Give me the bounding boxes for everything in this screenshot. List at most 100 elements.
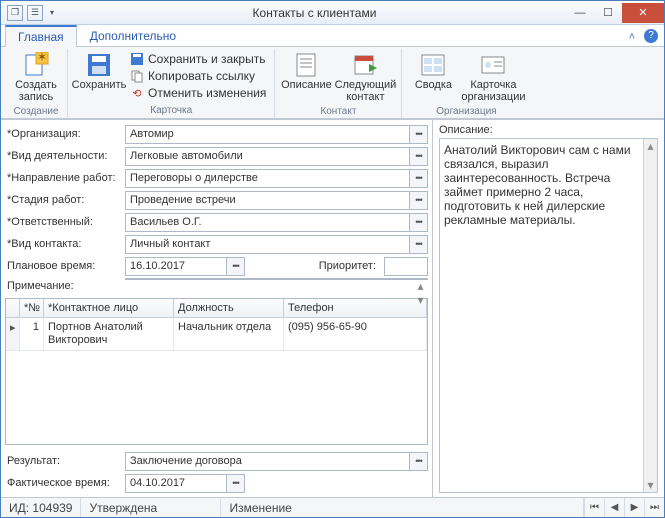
save-label: Сохранить (72, 79, 127, 91)
tab-extra[interactable]: Дополнительно (77, 25, 189, 46)
lookup-icon[interactable]: ••• (409, 236, 427, 253)
qat-icon-2[interactable]: ☰ (27, 5, 43, 21)
row-name: Портнов Анатолий Викторович (44, 318, 174, 350)
window: ❐ ☰ ▾ Контакты с клиентами — ☐ ✕ Главная… (0, 0, 665, 518)
label-org: *Организация: (5, 128, 121, 140)
grid-header-name[interactable]: *Контактное лицо (44, 299, 174, 317)
grid-header: *№ *Контактное лицо Должность Телефон (6, 299, 427, 318)
grid-header-tel[interactable]: Телефон (284, 299, 427, 317)
summary-icon (418, 51, 448, 79)
label-priority: Приоритет: (315, 260, 380, 272)
summary-label: Сводка (415, 79, 452, 91)
window-title: Контакты с клиентами (63, 6, 566, 20)
input-direction[interactable]: Переговоры о дилерстве••• (125, 169, 428, 188)
titlebar: ❐ ☰ ▾ Контакты с клиентами — ☐ ✕ (1, 1, 664, 25)
nav-next-button[interactable]: ▶ (624, 498, 644, 517)
org-card-icon (478, 51, 508, 79)
org-card-button[interactable]: Карточка организации (460, 49, 526, 105)
input-stage[interactable]: Проведение встречи••• (125, 191, 428, 210)
description-icon (291, 51, 321, 79)
lookup-icon[interactable]: ••• (409, 126, 427, 143)
lookup-icon[interactable]: ••• (226, 258, 244, 275)
ribbon: ✶ Создать запись Создание Сохранить (1, 47, 664, 119)
input-result[interactable]: Заключение договора••• (125, 452, 428, 471)
description-button[interactable]: Описание (279, 49, 333, 93)
summary-button[interactable]: Сводка (406, 49, 460, 93)
left-pane: *Организация: Автомир••• *Вид деятельнос… (1, 120, 432, 497)
save-button[interactable]: Сохранить (72, 49, 126, 93)
tab-main[interactable]: Главная (5, 25, 77, 47)
undo-changes-button[interactable]: ⟲ Отменить изменения (126, 85, 270, 101)
ribbon-group-contact: Описание Следующий контакт Контакт (275, 49, 402, 118)
group-label-create: Создание (13, 105, 58, 119)
ribbon-group-card: Сохранить Сохранить и закрыть Копировать… (68, 49, 275, 118)
create-record-button[interactable]: ✶ Создать запись (9, 49, 63, 105)
save-and-close-button[interactable]: Сохранить и закрыть (126, 51, 270, 67)
label-result: Результат: (5, 455, 121, 467)
status-bar: ИД: 104939 Утверждена Изменение ⏮ ◀ ▶ ⏭ (1, 497, 664, 517)
nav-last-button[interactable]: ⏭ (644, 498, 664, 517)
table-row[interactable]: ▸ 1 Портнов Анатолий Викторович Начальни… (6, 318, 427, 351)
create-record-label: Создать запись (15, 79, 57, 103)
input-priority[interactable] (384, 257, 428, 276)
help-icon[interactable]: ? (644, 29, 658, 43)
svg-text:✶: ✶ (37, 52, 47, 64)
input-org[interactable]: Автомир••• (125, 125, 428, 144)
status-state: Утверждена (81, 498, 221, 517)
input-note[interactable]: ▴▾ (125, 278, 428, 280)
ribbon-tabs: Главная Дополнительно ˄ ? (1, 25, 664, 47)
nav-first-button[interactable]: ⏮ (584, 498, 604, 517)
group-label-contact: Контакт (320, 105, 356, 119)
row-indicator-icon: ▸ (6, 318, 20, 350)
qat-icon-1[interactable]: ❐ (7, 5, 23, 21)
maximize-button[interactable]: ☐ (594, 3, 622, 23)
input-fact-time[interactable]: 04.10.2017••• (125, 474, 245, 493)
status-id: ИД: 104939 (1, 498, 81, 517)
ribbon-collapse-icon[interactable]: ˄ (622, 31, 642, 46)
label-kind: *Вид контакта: (5, 238, 121, 250)
save-icon (84, 51, 114, 79)
copy-link-button[interactable]: Копировать ссылку (126, 68, 270, 84)
input-responsible[interactable]: Васильев О.Г.••• (125, 213, 428, 232)
input-kind[interactable]: Личный контакт••• (125, 235, 428, 254)
row-tel: (095) 956-65-90 (284, 318, 427, 350)
description-memo[interactable]: Анатолий Викторович сам с нами связался,… (439, 138, 658, 493)
right-pane: Описание: Анатолий Викторович сам с нами… (432, 120, 664, 497)
next-contact-button[interactable]: Следующий контакт (333, 49, 397, 105)
row-pos: Начальник отдела (174, 318, 284, 350)
minimize-button[interactable]: — (566, 3, 594, 23)
qat-dropdown-icon[interactable]: ▾ (47, 5, 57, 21)
copy-link-label: Копировать ссылку (148, 69, 255, 83)
undo-icon: ⟲ (130, 86, 144, 100)
save-close-icon (130, 52, 144, 66)
grid-header-n[interactable]: *№ (20, 299, 44, 317)
lookup-icon[interactable]: ••• (409, 192, 427, 209)
next-contact-label: Следующий контакт (335, 79, 397, 103)
lookup-icon[interactable]: ••• (226, 475, 244, 492)
grid-header-pos[interactable]: Должность (174, 299, 284, 317)
status-change: Изменение (221, 498, 584, 517)
description-label: Описание (281, 79, 332, 91)
org-card-label: Карточка организации (461, 79, 525, 103)
next-contact-icon (350, 51, 380, 79)
input-plan-time[interactable]: 16.10.2017••• (125, 257, 245, 276)
lookup-icon[interactable]: ••• (409, 453, 427, 470)
close-button[interactable]: ✕ (622, 3, 664, 23)
lookup-icon[interactable]: ••• (409, 170, 427, 187)
label-responsible: *Ответственный: (5, 216, 121, 228)
grid-header-indicator[interactable] (6, 299, 20, 317)
label-activity: *Вид деятельности: (5, 150, 121, 162)
nav-prev-button[interactable]: ◀ (604, 498, 624, 517)
label-note: Примечание: (5, 278, 121, 292)
lookup-icon[interactable]: ••• (409, 148, 427, 165)
row-n: 1 (20, 318, 44, 350)
content: *Организация: Автомир••• *Вид деятельнос… (1, 119, 664, 497)
grid-body: ▸ 1 Портнов Анатолий Викторович Начальни… (6, 318, 427, 444)
input-activity[interactable]: Легковые автомобили••• (125, 147, 428, 166)
lookup-icon[interactable]: ••• (409, 214, 427, 231)
scrollbar[interactable]: ▴▾ (643, 139, 657, 492)
description-text: Анатолий Викторович сам с нами связался,… (444, 143, 653, 227)
label-fact-time: Фактическое время: (5, 477, 121, 489)
label-stage: *Стадия работ: (5, 194, 121, 206)
label-plan-time: Плановое время: (5, 260, 121, 272)
